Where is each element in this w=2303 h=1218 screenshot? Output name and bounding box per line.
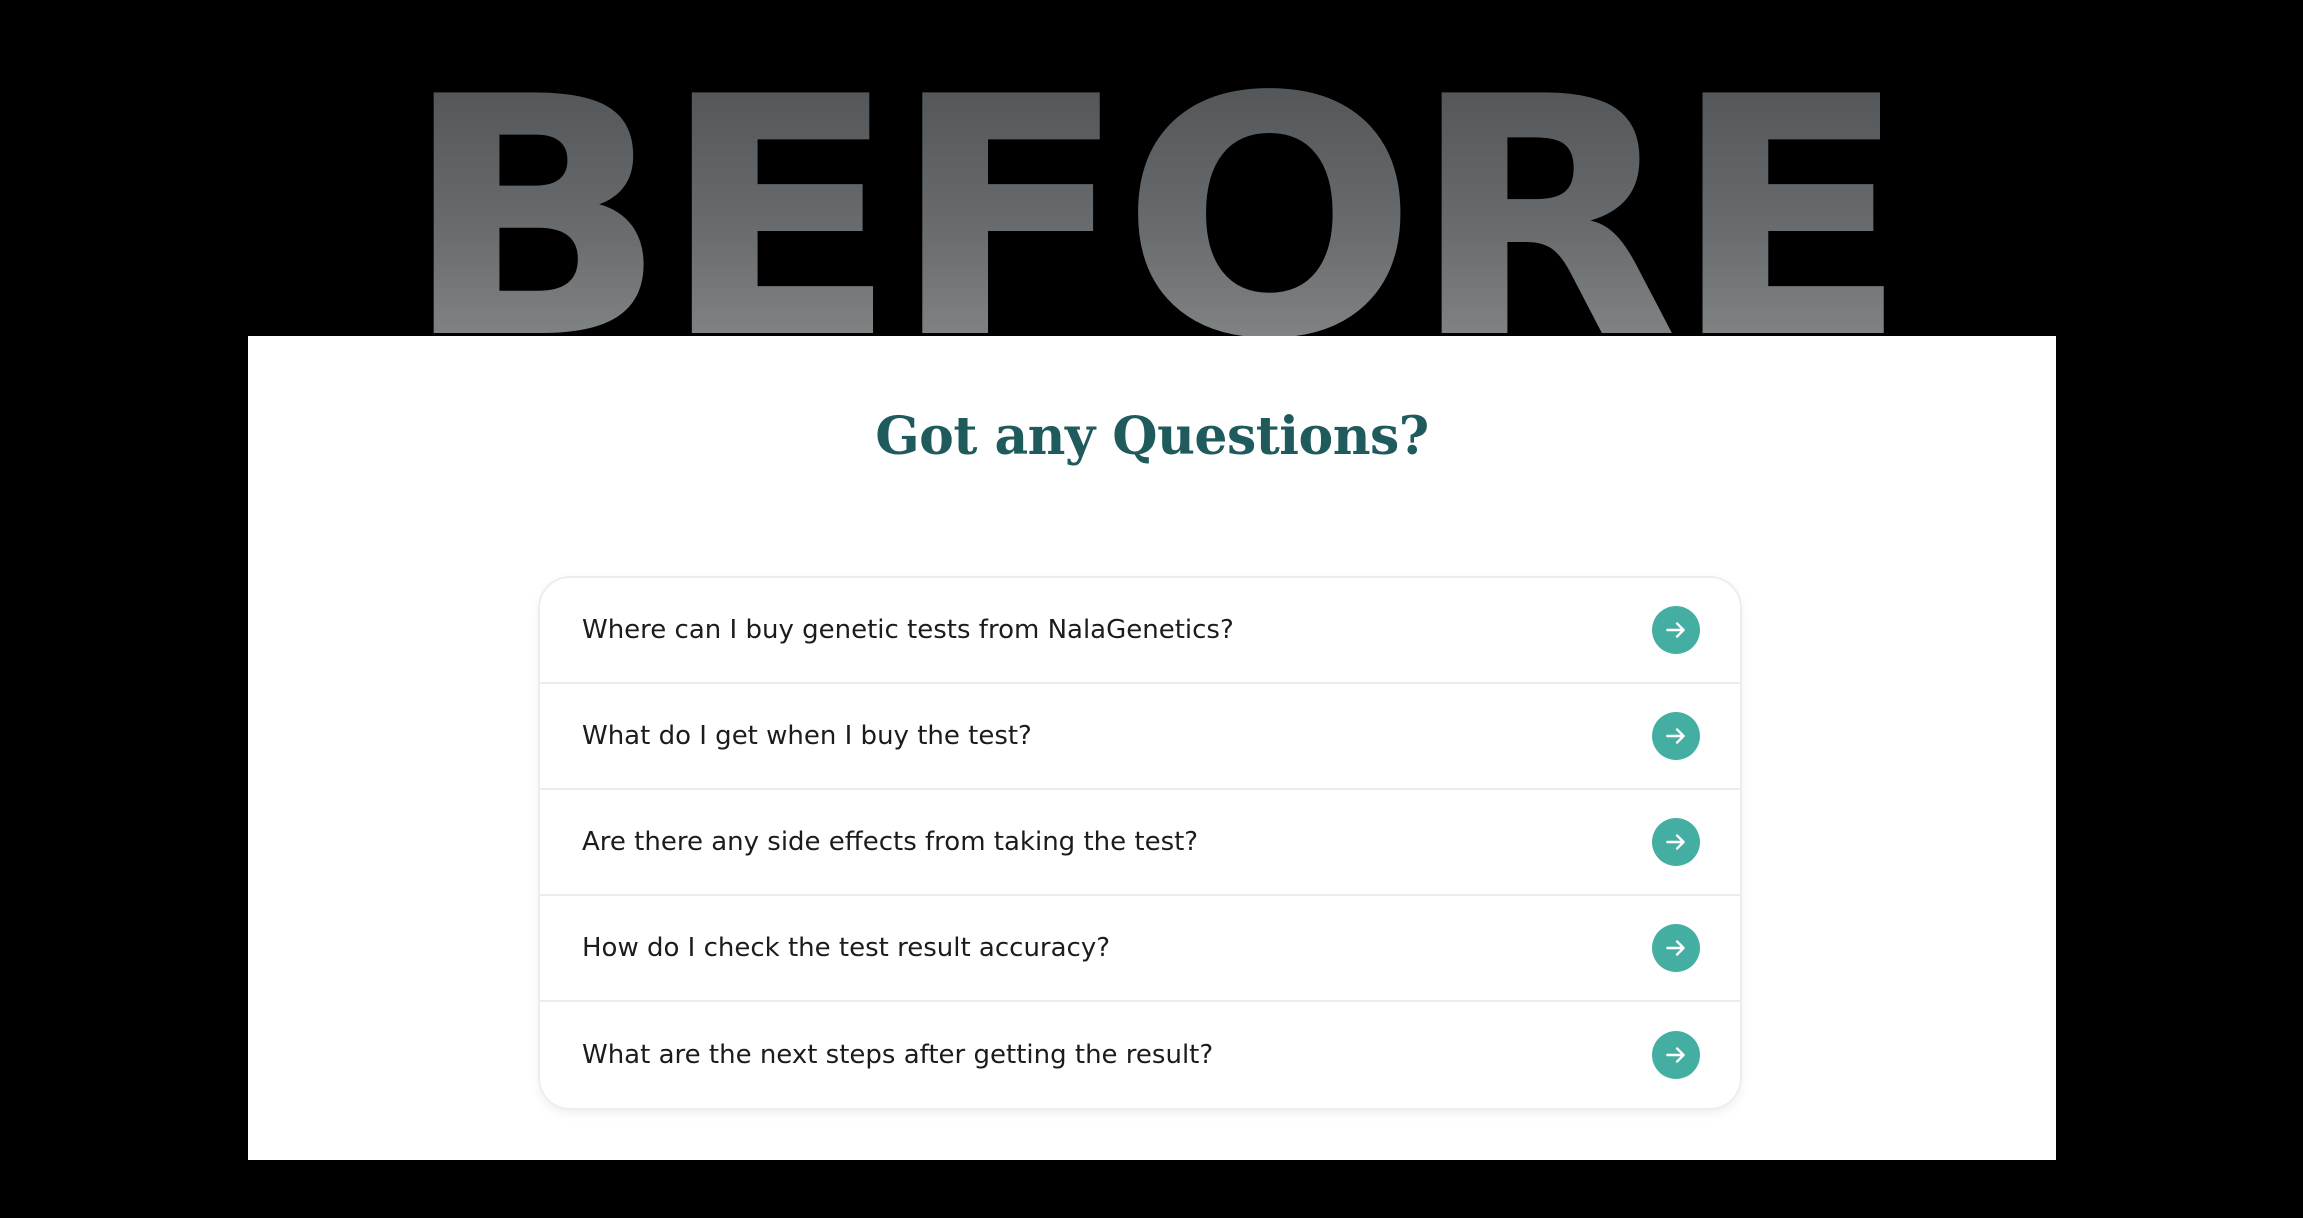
arrow-right-icon[interactable] xyxy=(1652,606,1700,654)
faq-item-next-steps[interactable]: What are the next steps after getting th… xyxy=(540,1002,1740,1108)
arrow-right-icon[interactable] xyxy=(1652,712,1700,760)
faq-question: Are there any side effects from taking t… xyxy=(582,827,1199,857)
arrow-right-icon[interactable] xyxy=(1652,818,1700,866)
faq-section: Got any Questions? Where can I buy genet… xyxy=(248,336,2056,1160)
faq-question: What do I get when I buy the test? xyxy=(582,721,1032,751)
faq-question: Where can I buy genetic tests from NalaG… xyxy=(582,615,1234,645)
faq-item-accuracy[interactable]: How do I check the test result accuracy? xyxy=(540,896,1740,1002)
faq-item-side-effects[interactable]: Are there any side effects from taking t… xyxy=(540,790,1740,896)
faq-item-what-do-i-get[interactable]: What do I get when I buy the test? xyxy=(540,684,1740,790)
arrow-right-icon[interactable] xyxy=(1652,1031,1700,1079)
section-heading: Got any Questions? xyxy=(875,406,1429,467)
before-label: BEFORE xyxy=(402,54,1910,336)
faq-question: What are the next steps after getting th… xyxy=(582,1040,1214,1070)
faq-list: Where can I buy genetic tests from NalaG… xyxy=(540,578,1740,1108)
faq-question: How do I check the test result accuracy? xyxy=(582,933,1111,963)
before-banner: BEFORE xyxy=(0,46,2303,336)
arrow-right-icon[interactable] xyxy=(1652,924,1700,972)
faq-item-buy-tests[interactable]: Where can I buy genetic tests from NalaG… xyxy=(540,578,1740,684)
